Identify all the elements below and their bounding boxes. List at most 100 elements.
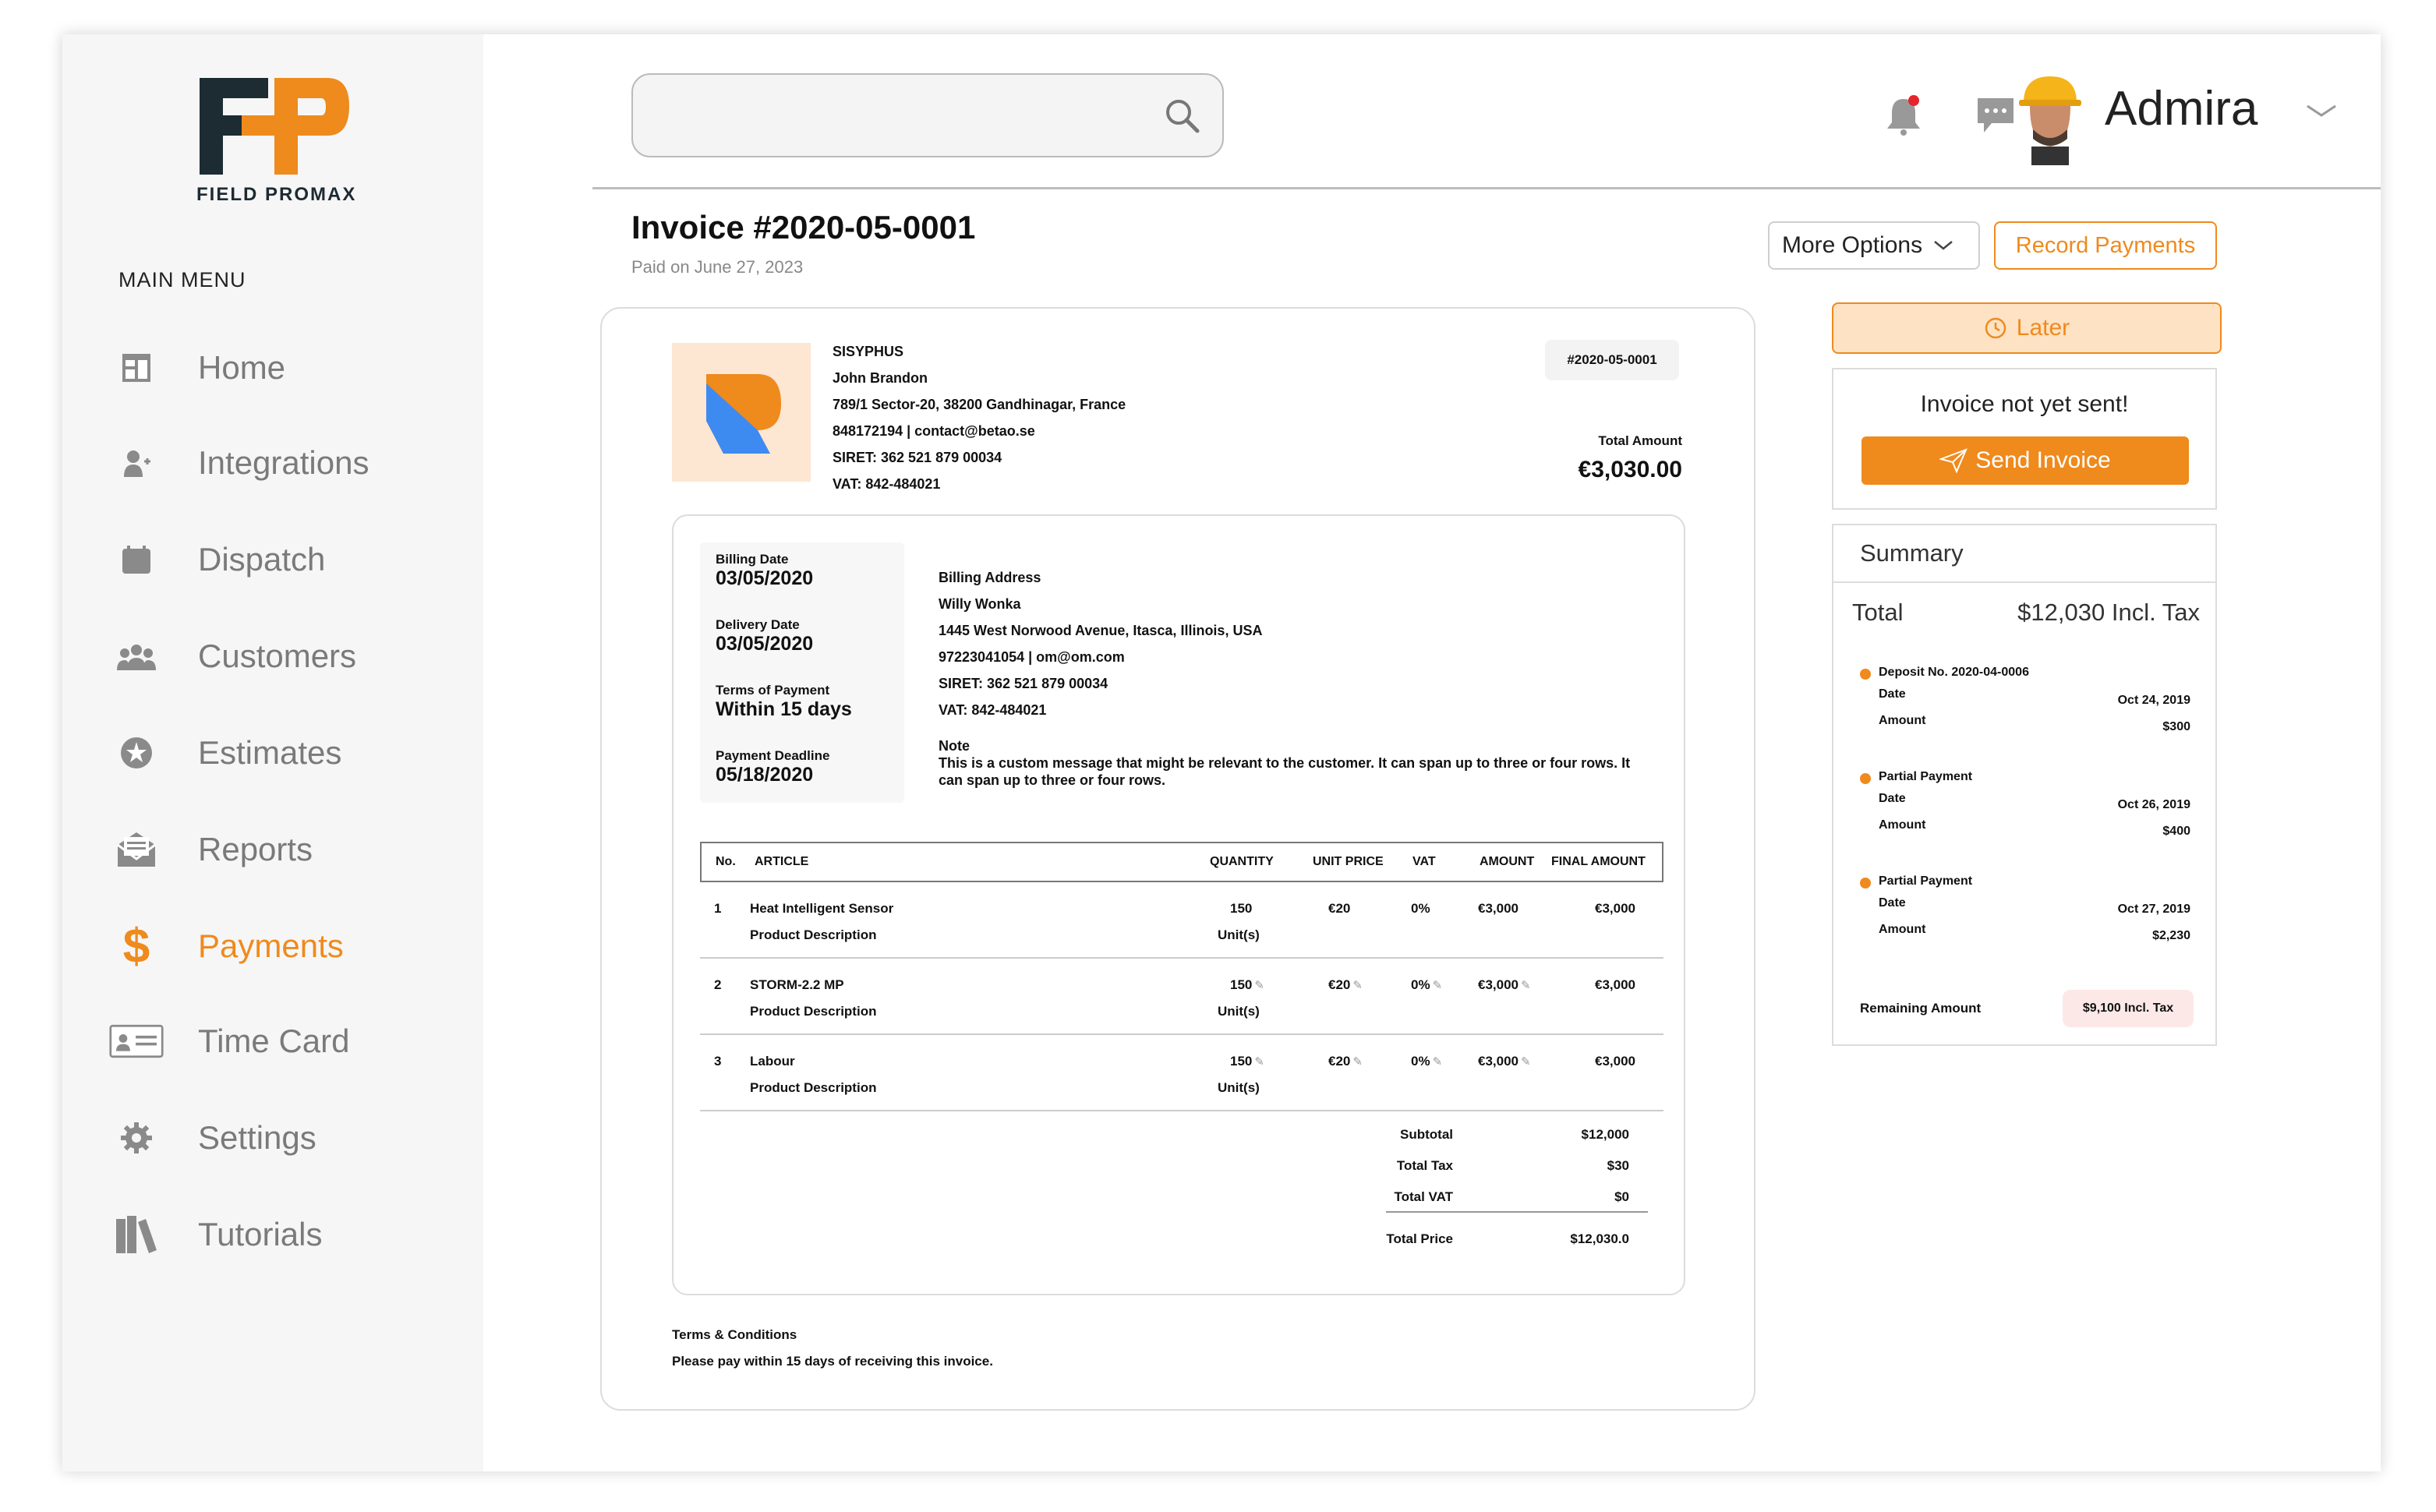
main-content: Admira Invoice #2020-05-0001 Paid on Jun… [483, 34, 2381, 1471]
company-address: 789/1 Sector-20, 38200 Gandhinagar, Fran… [833, 397, 1126, 412]
edit-pencil-icon[interactable]: ✎ [1254, 979, 1264, 992]
chevron-down-icon[interactable] [2306, 103, 2337, 122]
row-article: STORM-2.2 MP [750, 977, 844, 992]
row-vat[interactable]: 0% ✎ [1411, 977, 1442, 993]
payment-entry-date: Date Oct 24, 2019 [1860, 680, 2190, 707]
row-vat[interactable]: 0% ✎ [1411, 1054, 1442, 1069]
invoice-document: SISYPHUS John Brandon 789/1 Sector-20, 3… [600, 307, 1755, 1411]
price-value: €20 [1328, 977, 1351, 992]
row-description: Product Description [750, 1080, 877, 1095]
row-amount: €3,000 [1478, 901, 1519, 916]
clock-icon [1985, 317, 2006, 339]
send-invoice-panel: Invoice not yet sent! Send Invoice [1832, 368, 2217, 510]
vat-value: 0% [1411, 1054, 1430, 1069]
sidebar-item-reports[interactable]: Reports [109, 818, 452, 881]
sidebar-item-settings[interactable]: Settings [109, 1107, 452, 1169]
edit-pencil-icon[interactable]: ✎ [1433, 1055, 1443, 1069]
billing-phone-email: 97223041054 | om@om.com [939, 649, 1125, 665]
edit-pencil-icon[interactable]: ✎ [1254, 1055, 1264, 1069]
total-amount-label: Total Amount [1598, 433, 1682, 448]
billing-date-label: Billing Date [716, 552, 789, 567]
reports-icon [109, 826, 164, 873]
search-icon[interactable] [1163, 97, 1202, 140]
amount-label: Amount [1879, 923, 1926, 936]
invoice-details-card: Billing Date 03/05/2020 Delivery Date 03… [672, 514, 1685, 1295]
payment-entry: Deposit No. 2020-04-0006 Date Oct 24, 20… [1860, 666, 2190, 733]
table-row[interactable]: 3 Labour Product Description 150 ✎ Unit(s… [700, 1035, 1663, 1111]
table-row[interactable]: 2 STORM-2.2 MP Product Description 150 ✎ … [700, 959, 1663, 1035]
company-info: SISYPHUS John Brandon 789/1 Sector-20, 3… [833, 338, 1126, 497]
amount-label: Amount [1879, 714, 1926, 727]
row-final-amount: €3,000 [1595, 1054, 1635, 1069]
row-article: Heat Intelligent Sensor [750, 901, 894, 916]
avatar[interactable] [2013, 72, 2088, 165]
payment-deadline-label: Payment Deadline [716, 748, 830, 763]
invoice-not-sent-text: Invoice not yet sent! [1920, 391, 2129, 417]
more-options-button[interactable]: More Options [1768, 221, 1980, 270]
note-text: This is a custom message that might be r… [939, 755, 1631, 788]
col-article: ARTICLE [755, 855, 809, 868]
row-quantity[interactable]: 150 ✎ [1230, 977, 1264, 993]
col-quantity: QUANTITY [1210, 855, 1274, 868]
row-amount[interactable]: €3,000 ✎ [1478, 977, 1531, 993]
edit-pencil-icon[interactable]: ✎ [1352, 1055, 1363, 1069]
row-unit-price[interactable]: €20 ✎ [1328, 977, 1363, 993]
sidebar-item-time-card[interactable]: Time Card [109, 1010, 452, 1072]
chat-icon[interactable] [1974, 94, 2017, 137]
gear-icon [109, 1115, 164, 1161]
user-name[interactable]: Admira [2105, 81, 2257, 136]
billing-address: Billing Address Willy Wonka 1445 West No… [939, 564, 1262, 723]
edit-pencil-icon[interactable]: ✎ [1521, 1055, 1531, 1069]
table-row[interactable]: 1 Heat Intelligent Sensor Product Descri… [700, 882, 1663, 959]
edit-pencil-icon[interactable]: ✎ [1433, 979, 1443, 992]
billing-street: 1445 West Norwood Avenue, Itasca, Illino… [939, 623, 1263, 638]
search-input[interactable] [631, 73, 1224, 157]
sidebar-item-customers[interactable]: Customers [109, 625, 452, 687]
home-icon [109, 344, 164, 391]
row-unit-price[interactable]: €20 ✎ [1328, 1054, 1363, 1069]
sidebar-item-dispatch[interactable]: Dispatch [109, 528, 452, 591]
amount-value: €3,000 [1478, 1054, 1519, 1069]
later-button[interactable]: Later [1832, 302, 2222, 354]
row-amount[interactable]: €3,000 ✎ [1478, 1054, 1531, 1069]
edit-pencil-icon[interactable]: ✎ [1352, 979, 1363, 992]
send-invoice-button[interactable]: Send Invoice [1861, 436, 2189, 485]
sidebar-item-home[interactable]: Home [109, 337, 452, 399]
dollar-icon: $ [122, 919, 150, 973]
col-unit-price: UNIT PRICE [1313, 855, 1384, 868]
row-description: Product Description [750, 1004, 877, 1019]
row-quantity: 150 [1230, 901, 1253, 916]
billing-vat: VAT: 842-484021 [939, 702, 1047, 718]
integrations-icon [109, 440, 164, 486]
row-unit-price: €20 [1328, 901, 1351, 916]
notification-bell-icon[interactable] [1882, 94, 1925, 137]
sidebar-item-integrations[interactable]: Integrations [109, 432, 452, 494]
more-options-label: More Options [1782, 232, 1923, 258]
send-plane-icon [1939, 448, 1968, 473]
invoice-items-table: No. ARTICLE QUANTITY UNIT PRICE VAT AMOU… [700, 842, 1663, 1111]
company-name: SISYPHUS [833, 344, 904, 359]
edit-pencil-icon[interactable]: ✎ [1521, 979, 1531, 992]
header-divider [592, 187, 2381, 189]
row-unit: Unit(s) [1218, 1080, 1260, 1095]
sidebar-item-label: Integrations [198, 444, 369, 481]
field-promax-logo[interactable]: FIELD PROMAX [196, 75, 355, 207]
sidebar-item-tutorials[interactable]: Tutorials [109, 1203, 452, 1266]
remaining-amount-badge: $9,100 Incl. Tax [2063, 990, 2194, 1027]
sidebar-item-payments[interactable]: $ Payments [109, 915, 452, 977]
amount-value: $2,230 [2152, 929, 2190, 942]
sidebar-item-estimates[interactable]: Estimates [109, 722, 452, 784]
record-payments-button[interactable]: Record Payments [1994, 221, 2217, 270]
sidebar-item-label: Settings [198, 1119, 316, 1156]
subtotal-label: Subtotal [1400, 1127, 1453, 1142]
customers-icon [109, 633, 164, 680]
billing-siret: SIRET: 362 521 879 00034 [939, 676, 1108, 691]
sidebar: FIELD PROMAX MAIN MENU Home Integrations… [62, 34, 483, 1471]
terms-label: Terms & Conditions [672, 1327, 797, 1342]
col-final-amount: FINAL AMOUNT [1551, 855, 1646, 868]
row-quantity[interactable]: 150 ✎ [1230, 1054, 1264, 1069]
sidebar-item-label: Reports [198, 831, 313, 867]
summary-divider [1833, 581, 2215, 583]
delivery-date-value: 03/05/2020 [716, 633, 814, 655]
amount-value: $300 [2162, 720, 2190, 733]
